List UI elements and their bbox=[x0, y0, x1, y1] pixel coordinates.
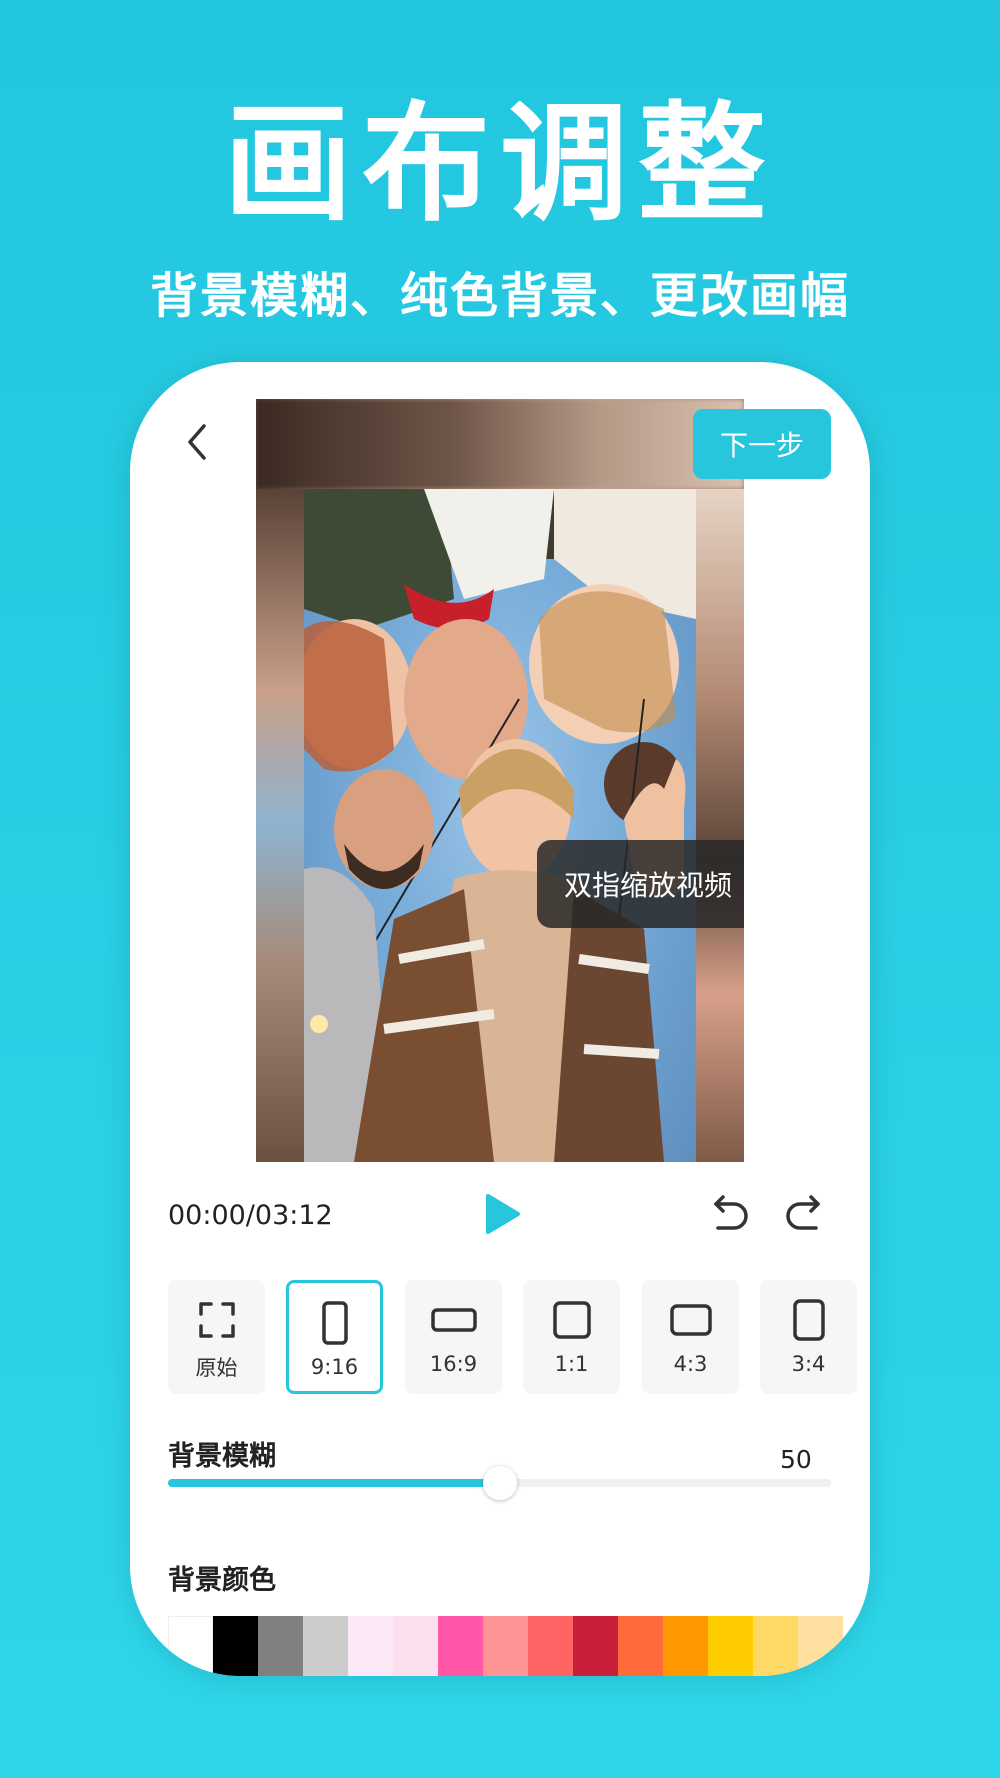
play-button[interactable] bbox=[482, 1192, 522, 1236]
background-blur-value: 50 bbox=[780, 1445, 812, 1474]
ratio-3-4[interactable]: 3:4 bbox=[760, 1280, 857, 1394]
timecode: 00:00/03:12 bbox=[168, 1200, 333, 1231]
color-swatch[interactable] bbox=[618, 1616, 663, 1676]
group-selfie-image bbox=[296, 489, 696, 1162]
pinch-zoom-hint: 双指缩放视频 bbox=[537, 840, 744, 928]
ratio-label: 4:3 bbox=[673, 1352, 708, 1376]
redo-icon bbox=[786, 1195, 820, 1230]
undo-button[interactable] bbox=[708, 1192, 752, 1236]
portrait-rect-icon bbox=[792, 1299, 825, 1341]
blurred-background-right bbox=[696, 489, 744, 1162]
ratio-label: 1:1 bbox=[554, 1352, 589, 1376]
ratio-label: 16:9 bbox=[429, 1352, 478, 1376]
background-color-palette bbox=[168, 1616, 870, 1676]
background-blur-slider[interactable] bbox=[168, 1466, 831, 1500]
portrait-rect-icon bbox=[321, 1301, 348, 1345]
redo-button[interactable] bbox=[782, 1192, 826, 1236]
ratio-16-9[interactable]: 16:9 bbox=[405, 1280, 502, 1394]
background-blur-label: 背景模糊 bbox=[168, 1441, 276, 1472]
square-icon bbox=[552, 1301, 591, 1339]
wide-rect-icon bbox=[430, 1308, 477, 1332]
landscape-rect-icon bbox=[669, 1304, 712, 1336]
color-swatch[interactable] bbox=[168, 1616, 213, 1676]
color-swatch[interactable] bbox=[798, 1616, 843, 1676]
video-preview[interactable]: 双指缩放视频 bbox=[256, 399, 744, 1162]
color-swatch[interactable] bbox=[528, 1616, 573, 1676]
hero-subtitle: 背景模糊、纯色背景、更改画幅 bbox=[149, 268, 850, 324]
background-color-label: 背景颜色 bbox=[168, 1565, 276, 1596]
ratio-4-3[interactable]: 4:3 bbox=[642, 1280, 739, 1394]
blurred-background-top bbox=[256, 399, 744, 489]
ratio-original[interactable]: 原始 bbox=[168, 1280, 265, 1394]
ratio-9-16[interactable]: 9:16 bbox=[286, 1280, 383, 1394]
video-frame-photo bbox=[296, 489, 696, 1162]
back-button[interactable] bbox=[178, 422, 218, 462]
ratio-label: 原始 bbox=[195, 1356, 238, 1380]
undo-icon bbox=[714, 1195, 748, 1230]
color-swatch[interactable] bbox=[438, 1616, 483, 1676]
color-swatch[interactable] bbox=[213, 1616, 258, 1676]
ratio-1-1[interactable]: 1:1 bbox=[523, 1280, 620, 1394]
back-arrow-icon bbox=[188, 424, 206, 460]
fullscreen-icon bbox=[198, 1302, 235, 1338]
next-step-button[interactable]: 下一步 bbox=[693, 409, 831, 479]
color-swatch[interactable] bbox=[393, 1616, 438, 1676]
color-swatch[interactable] bbox=[348, 1616, 393, 1676]
color-swatch[interactable] bbox=[708, 1616, 753, 1676]
aspect-ratio-list: 原始 9:16 16:9 1:1 4:3 3:4 bbox=[168, 1280, 870, 1398]
color-swatch[interactable] bbox=[483, 1616, 528, 1676]
slider-fill bbox=[168, 1479, 500, 1487]
play-icon bbox=[486, 1194, 520, 1234]
phone-frame: 双指缩放视频 下一步 00:00/03:12 原始 9:16 16:9 1:1 … bbox=[130, 362, 870, 1676]
color-swatch[interactable] bbox=[663, 1616, 708, 1676]
color-swatch[interactable] bbox=[258, 1616, 303, 1676]
slider-thumb[interactable] bbox=[482, 1466, 517, 1500]
color-swatch[interactable] bbox=[303, 1616, 348, 1676]
color-swatch[interactable] bbox=[573, 1616, 618, 1676]
blurred-background-left bbox=[256, 489, 304, 1162]
ratio-label: 3:4 bbox=[791, 1352, 826, 1376]
hero-title: 画布调整 bbox=[223, 90, 776, 239]
ratio-label: 9:16 bbox=[310, 1355, 359, 1379]
color-swatch[interactable] bbox=[753, 1616, 798, 1676]
